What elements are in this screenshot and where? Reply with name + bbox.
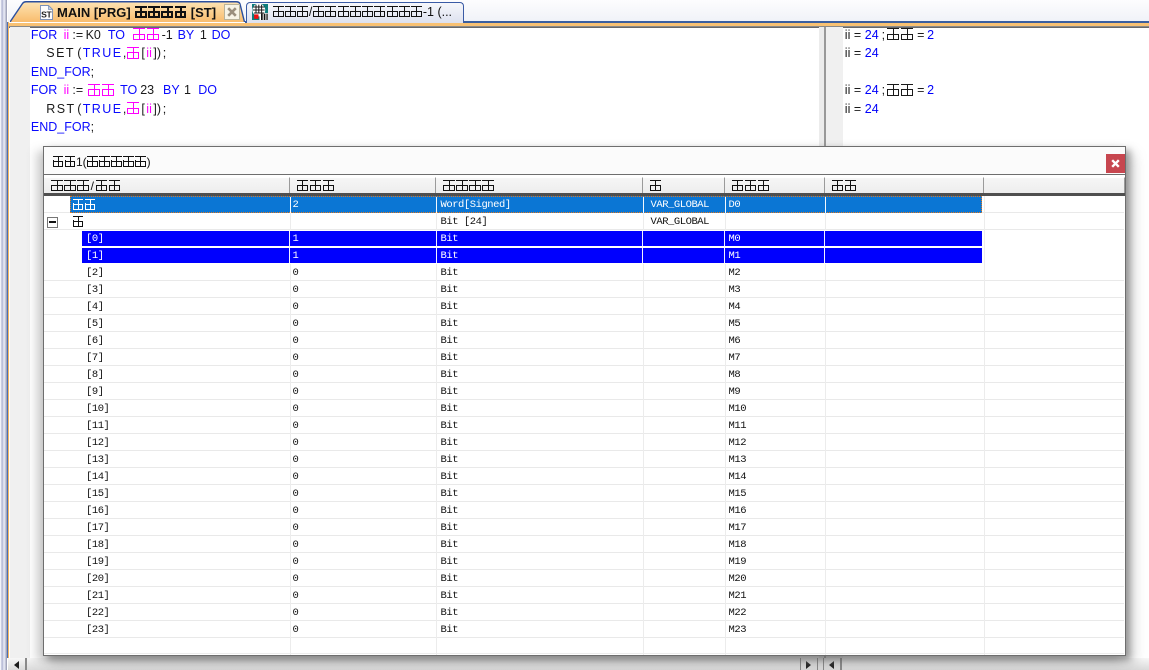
svg-text:ST: ST [41,9,52,19]
